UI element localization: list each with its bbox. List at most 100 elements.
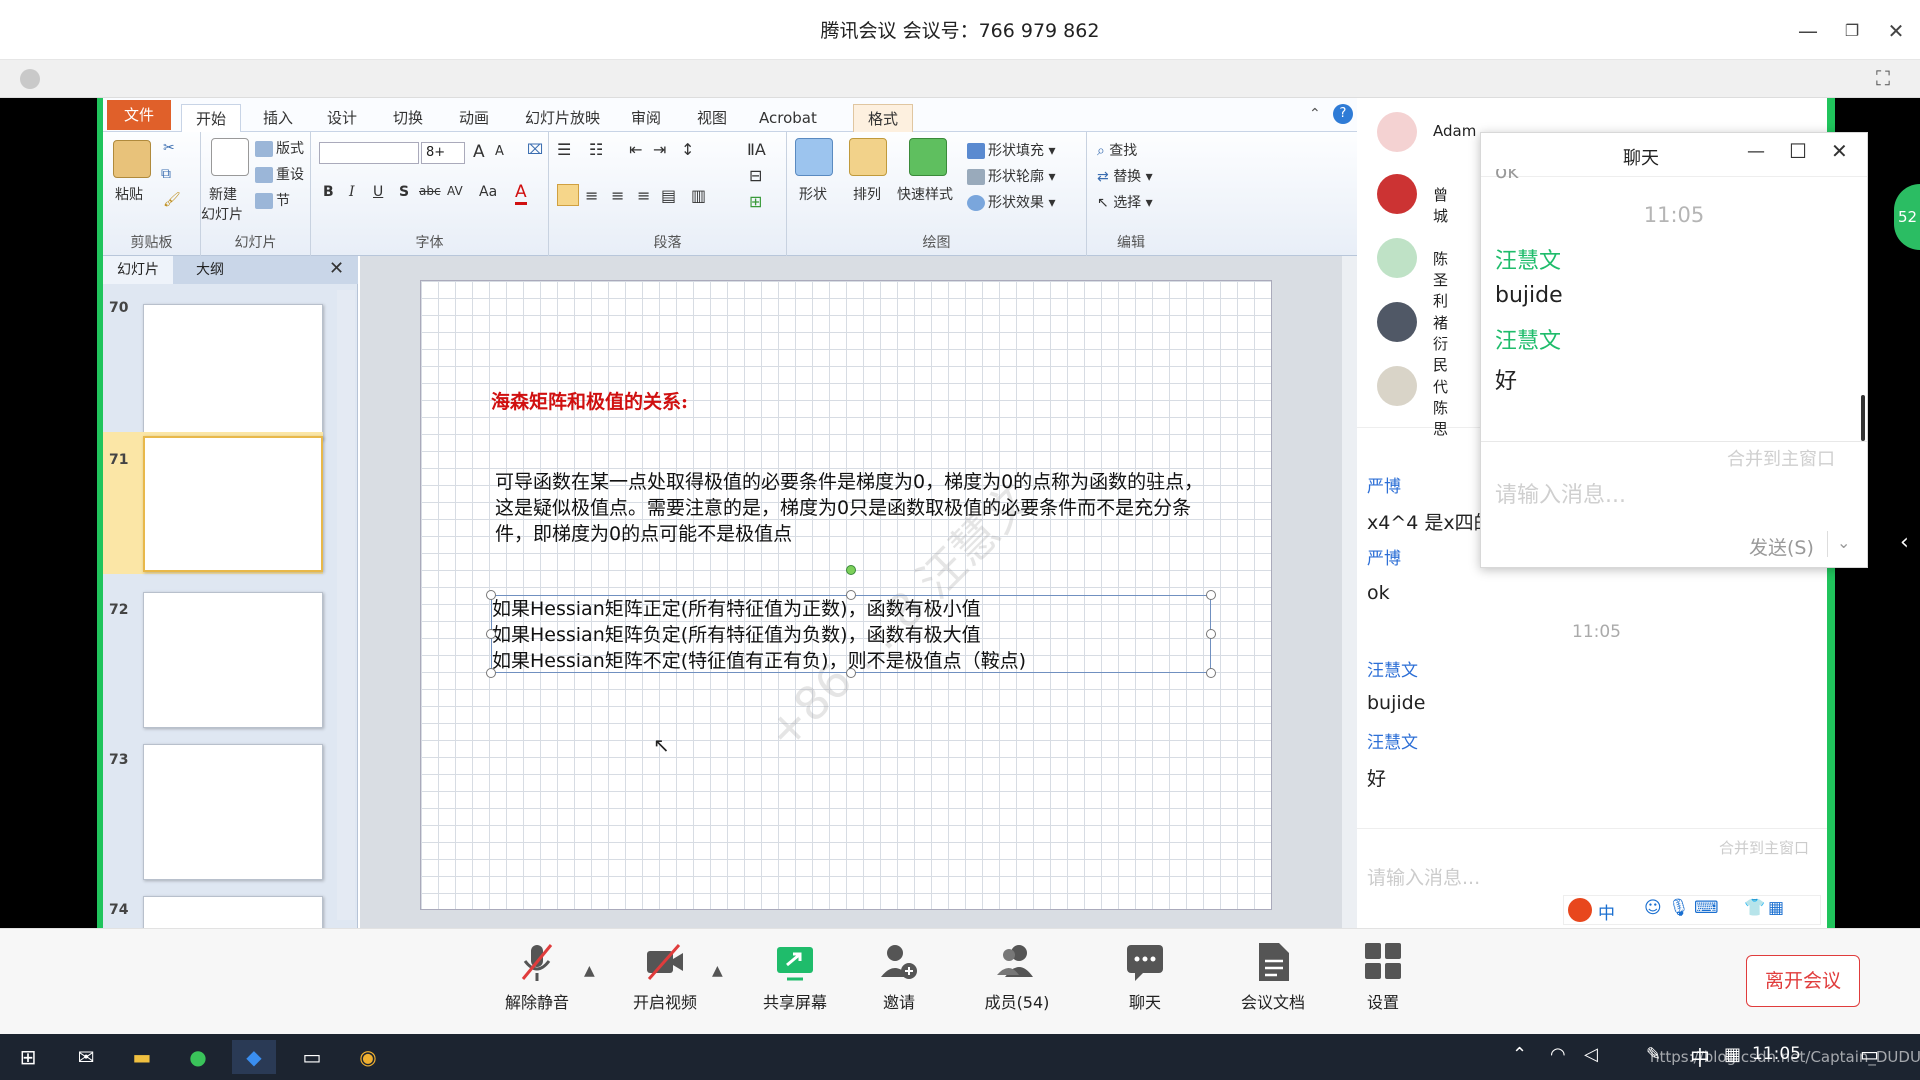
resize-handle[interactable] <box>846 668 856 678</box>
new-slide-label[interactable]: 新建 <box>209 184 237 204</box>
leave-meeting-button[interactable]: 离开会议 <box>1746 955 1860 1007</box>
text-direction-icon[interactable]: ⅡA <box>747 140 766 159</box>
distribute-icon[interactable]: ▤ <box>661 186 676 205</box>
bullets-icon[interactable]: ☰ <box>557 140 571 159</box>
shapes-icon[interactable] <box>795 138 833 176</box>
shadow-button[interactable]: S <box>399 184 409 200</box>
tab-format[interactable]: 格式 <box>853 104 914 132</box>
tab-outline[interactable]: 大纲 <box>175 256 245 284</box>
new-slide-label-2[interactable]: 幻灯片 <box>201 204 243 224</box>
tencent-meeting-icon[interactable]: ◆ <box>232 1040 276 1074</box>
collapse-ribbon-icon[interactable]: ⌃ <box>1309 106 1321 122</box>
arrange-label[interactable]: 排列 <box>853 184 881 204</box>
tab-slides[interactable]: 幻灯片 <box>103 256 173 284</box>
tab-review[interactable]: 审阅 <box>617 104 675 132</box>
slide-thumbnail-73[interactable] <box>143 744 323 880</box>
format-painter-icon[interactable]: 🖌 <box>163 192 181 208</box>
tab-insert[interactable]: 插入 <box>249 104 307 132</box>
resize-handle[interactable] <box>1206 668 1216 678</box>
minimize-button[interactable]: — <box>1790 14 1826 48</box>
align-right-icon[interactable]: ≡ <box>611 186 624 205</box>
chat-minimize-button[interactable]: — <box>1747 141 1765 162</box>
shape-outline-button[interactable]: 形状轮廓 ▾ <box>967 166 1055 186</box>
resize-handle[interactable] <box>486 629 496 639</box>
sogou-icon[interactable] <box>1568 898 1592 922</box>
chat-scrollbar[interactable] <box>1861 395 1865 441</box>
members-button[interactable]: 成员(54) <box>972 941 1062 1013</box>
align-text-icon[interactable]: ⊟ <box>749 166 762 185</box>
merge-to-main-link[interactable]: 合并到主窗口 <box>1719 837 1809 858</box>
align-left-icon[interactable] <box>557 184 579 206</box>
tab-design[interactable]: 设计 <box>313 104 371 132</box>
bold-button[interactable]: B <box>323 184 334 200</box>
chat-input-area[interactable]: 合并到主窗口 请输入消息... 中 ☺ 🎙 ⌨ 👕 ▦ <box>1357 828 1827 928</box>
start-video-button[interactable]: 开启视频 <box>620 941 710 1013</box>
chat-close-button[interactable]: ✕ <box>1831 139 1848 163</box>
restore-button[interactable]: ❐ <box>1834 14 1870 48</box>
settings-button[interactable]: 设置 <box>1338 941 1428 1013</box>
keyboard-icon[interactable]: ⌨ <box>1694 898 1719 918</box>
grid-icon[interactable]: ▦ <box>1768 898 1784 918</box>
tab-acrobat[interactable]: Acrobat <box>745 104 831 132</box>
pane-scrollbar[interactable] <box>337 290 355 920</box>
align-center-icon[interactable]: ≡ <box>585 186 598 205</box>
slide-thumbnail-74[interactable] <box>143 896 323 928</box>
resize-handle[interactable] <box>1206 629 1216 639</box>
wechat-icon[interactable]: ● <box>176 1040 220 1074</box>
slide-title[interactable]: 海森矩阵和极值的关系: <box>491 387 688 414</box>
side-badge[interactable]: 52 <box>1894 184 1920 250</box>
chrome-icon[interactable]: ◉ <box>346 1040 390 1074</box>
meeting-docs-button[interactable]: 会议文档 <box>1228 941 1318 1013</box>
slide-thumbnail-70[interactable] <box>143 304 323 440</box>
share-screen-button[interactable]: 共享屏幕 <box>750 941 840 1013</box>
tab-file[interactable]: 文件 <box>107 100 171 130</box>
find-button[interactable]: ⌕ 查找 <box>1097 140 1137 160</box>
line-spacing-icon[interactable]: ↕ <box>681 140 694 159</box>
reset-button[interactable]: 重设 <box>255 164 304 184</box>
emoji-icon[interactable]: ☺ <box>1644 898 1662 918</box>
grow-font-button[interactable]: A <box>473 142 485 162</box>
close-button[interactable]: ✕ <box>1878 14 1914 48</box>
arrange-icon[interactable] <box>849 138 887 176</box>
skin-icon[interactable]: 👕 <box>1744 898 1765 918</box>
italic-button[interactable]: I <box>349 184 355 200</box>
shrink-font-button[interactable]: A <box>495 144 504 159</box>
shapes-label[interactable]: 形状 <box>799 184 827 204</box>
resize-handle[interactable] <box>1206 590 1216 600</box>
strike-button[interactable]: abc <box>419 184 441 198</box>
close-pane-icon[interactable]: ✕ <box>329 258 344 279</box>
volume-icon[interactable]: ◁ <box>1584 1044 1598 1065</box>
invite-button[interactable]: 邀请 <box>854 941 944 1013</box>
tab-transitions[interactable]: 切换 <box>379 104 437 132</box>
shield-icon[interactable] <box>20 69 40 89</box>
ime-mode[interactable]: 中 <box>1598 899 1615 924</box>
notification-icon[interactable]: ▭ <box>1860 1042 1879 1066</box>
fullscreen-icon[interactable]: ⛶ <box>1870 66 1896 92</box>
tab-animations[interactable]: 动画 <box>445 104 503 132</box>
video-options-arrow[interactable]: ▲ <box>712 963 723 979</box>
tab-home[interactable]: 开始 <box>181 104 242 132</box>
font-name-field[interactable] <box>319 142 419 164</box>
wifi-icon[interactable]: ◠ <box>1550 1044 1566 1065</box>
copy-icon[interactable]: ⧉ <box>161 166 171 182</box>
slide-canvas[interactable]: +86 ... 8 汪慧文 海森矩阵和极值的关系: 可导函数在某一点处取得极值的… <box>420 280 1272 910</box>
tab-slideshow[interactable]: 幻灯片放映 <box>511 104 614 132</box>
chat-button[interactable]: 聊天 <box>1100 941 1190 1013</box>
select-button[interactable]: ↖ 选择 ▾ <box>1097 192 1153 212</box>
mail-icon[interactable]: ✉ <box>64 1040 108 1074</box>
layout-button[interactable]: 版式 <box>255 138 304 158</box>
file-explorer-icon[interactable]: ▬ <box>120 1040 164 1074</box>
chevron-down-icon[interactable]: ⌄ <box>1837 533 1850 552</box>
chat-input-placeholder[interactable]: 请输入消息... <box>1367 863 1480 890</box>
merge-to-main-link[interactable]: 合并到主窗口 <box>1727 445 1835 471</box>
microphone-icon[interactable]: 🎙 <box>1668 898 1690 918</box>
shape-effect-button[interactable]: 形状效果 ▾ <box>967 192 1055 212</box>
smartart-icon[interactable]: ⊞ <box>749 192 762 211</box>
font-size-field[interactable]: 8+ <box>421 142 465 164</box>
justify-icon[interactable]: ≡ <box>637 186 650 205</box>
help-icon[interactable]: ? <box>1333 104 1353 124</box>
quick-styles-label[interactable]: 快速样式 <box>897 184 953 204</box>
send-button[interactable]: 发送(S) <box>1749 533 1814 560</box>
chevron-left-icon[interactable]: ‹ <box>1900 530 1909 555</box>
quick-styles-icon[interactable] <box>909 138 947 176</box>
